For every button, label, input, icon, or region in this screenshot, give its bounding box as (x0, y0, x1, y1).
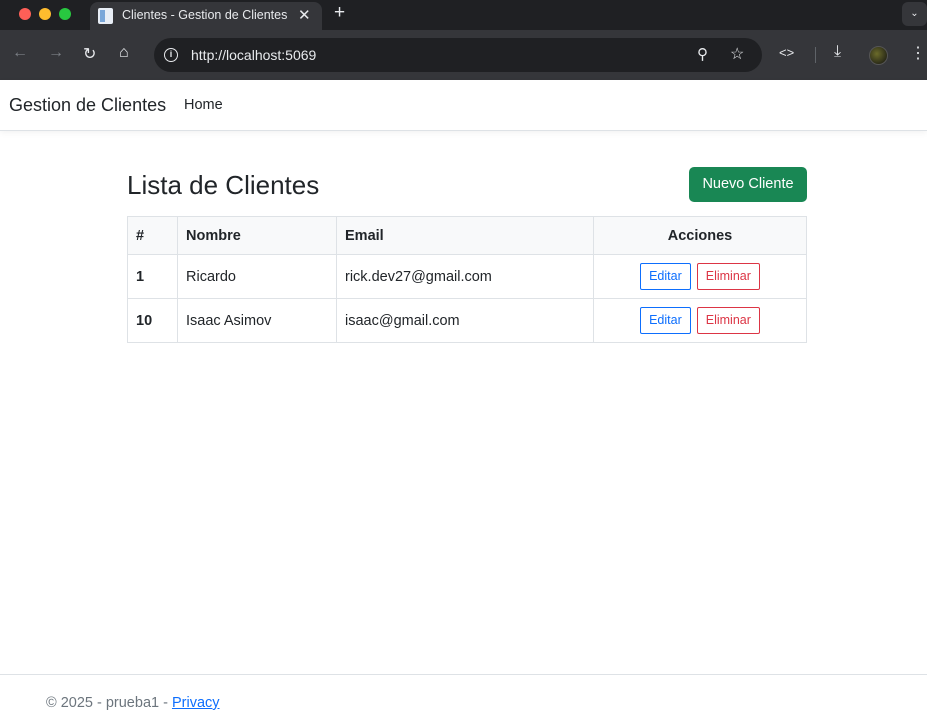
forward-arrow-icon[interactable]: → (48, 44, 64, 62)
table-row: 10 Isaac Asimov isaac@gmail.com Editar El… (127, 298, 807, 343)
table-header-row: # Nombre Email Acciones (127, 216, 807, 255)
download-icon[interactable]: ⤓ (834, 43, 841, 61)
toolbar-divider (815, 47, 816, 63)
header-name: Nombre (177, 216, 337, 255)
code-icon[interactable]: <> (779, 45, 794, 60)
site-info-icon[interactable]: i (164, 48, 178, 62)
edit-button[interactable]: Editar (640, 263, 691, 290)
favicon-icon (98, 8, 113, 24)
row-actions: Editar Eliminar (593, 254, 807, 299)
home-icon[interactable]: ⌂ (119, 44, 129, 62)
address-bar[interactable]: i http://localhost:5069 ⚲ ☆ (154, 38, 762, 72)
privacy-link[interactable]: Privacy (172, 695, 220, 711)
profile-avatar-icon[interactable] (869, 46, 888, 65)
back-arrow-icon[interactable]: ← (12, 44, 28, 62)
delete-button[interactable]: Eliminar (696, 263, 760, 290)
browser-tab-bar: Clientes - Gestion de Clientes ✕ + ⌄ (0, 0, 927, 30)
row-name: Isaac Asimov (177, 298, 337, 343)
site-footer: © 2025 - prueba1 - Privacy (0, 674, 927, 727)
row-actions: Editar Eliminar (593, 298, 807, 343)
tab-close-icon[interactable]: ✕ (298, 6, 311, 24)
zoom-icon[interactable]: ⚲ (697, 45, 708, 63)
nav-home-link[interactable]: Home (184, 97, 223, 113)
row-email: isaac@gmail.com (336, 298, 594, 343)
row-id: 10 (127, 298, 178, 343)
row-email: rick.dev27@gmail.com (336, 254, 594, 299)
new-client-button[interactable]: Nuevo Cliente (689, 167, 807, 202)
bookmark-star-icon[interactable]: ☆ (730, 44, 744, 64)
maximize-window-icon[interactable] (59, 8, 71, 20)
reload-icon[interactable]: ↻ (83, 44, 96, 64)
header-number: # (127, 216, 178, 255)
row-id: 1 (127, 254, 178, 299)
browser-toolbar: ← → ↻ ⌂ i http://localhost:5069 ⚲ ☆ <> ⤓… (0, 30, 927, 80)
clients-table: # Nombre Email Acciones 1 Ricardo rick.d… (127, 216, 807, 343)
edit-button[interactable]: Editar (640, 307, 691, 334)
url-text[interactable]: http://localhost:5069 (191, 47, 316, 63)
page-title: Lista de Clientes (127, 170, 320, 200)
minimize-window-icon[interactable] (39, 8, 51, 20)
menu-dots-icon[interactable]: ⋮ (910, 43, 926, 63)
new-tab-button[interactable]: + (334, 2, 345, 24)
table-row: 1 Ricardo rick.dev27@gmail.com Editar Eli… (127, 254, 807, 299)
footer-copyright: © 2025 - prueba1 - (46, 695, 172, 711)
header-actions: Acciones (593, 216, 807, 255)
site-navbar: Gestion de Clientes Home (0, 80, 927, 131)
header-email: Email (336, 216, 594, 255)
navbar-brand[interactable]: Gestion de Clientes (9, 95, 166, 116)
close-window-icon[interactable] (19, 8, 31, 20)
tab-search-icon[interactable]: ⌄ (902, 2, 927, 26)
delete-button[interactable]: Eliminar (696, 307, 760, 334)
tab-title: Clientes - Gestion de Clientes (122, 8, 288, 22)
footer-text: © 2025 - prueba1 - Privacy (46, 695, 220, 711)
browser-tab[interactable]: Clientes - Gestion de Clientes ✕ (90, 2, 322, 30)
row-name: Ricardo (177, 254, 337, 299)
